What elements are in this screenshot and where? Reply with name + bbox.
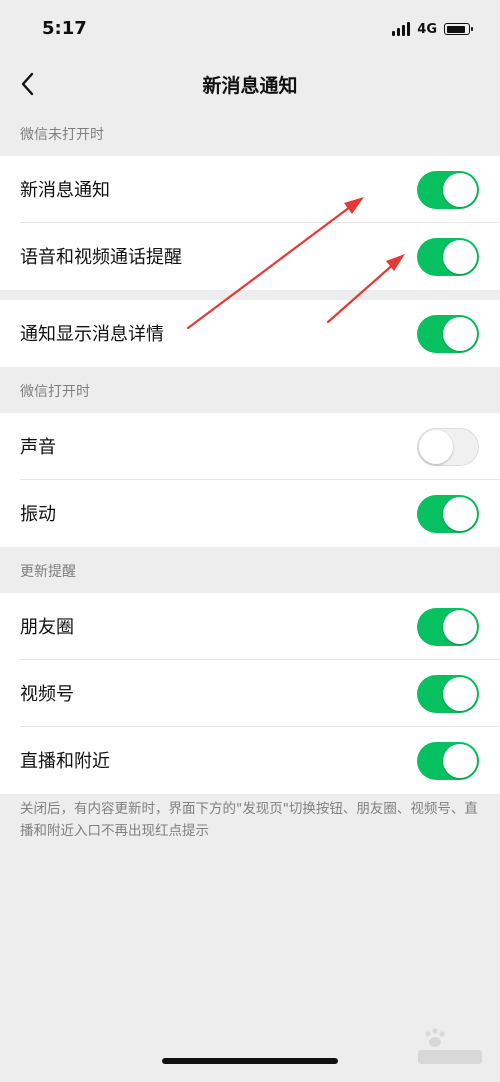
setting-row-moments[interactable]: 朋友圈 — [0, 593, 500, 660]
signal-icon — [392, 22, 412, 36]
toggle-switch[interactable] — [417, 315, 479, 353]
setting-label: 新消息通知 — [20, 180, 110, 201]
setting-label: 振动 — [20, 504, 56, 525]
toggle-knob — [443, 173, 477, 207]
status-indicators: 4G — [392, 19, 473, 39]
toggle-switch[interactable] — [417, 742, 479, 780]
toggle-knob — [443, 677, 477, 711]
status-bar: 5:17 4G — [0, 0, 500, 58]
toggle-switch[interactable] — [417, 238, 479, 276]
status-time: 5:17 — [42, 18, 87, 39]
baidu-jingyan-watermark-icon — [418, 1028, 482, 1064]
battery-icon — [444, 23, 473, 35]
setting-row-show-message-details[interactable]: 通知显示消息详情 — [0, 300, 500, 367]
toggle-knob — [443, 240, 477, 274]
toggle-knob — [443, 744, 477, 778]
section-header-wechat-closed: 微信未打开时 — [20, 127, 104, 143]
toggle-switch[interactable] — [417, 608, 479, 646]
section-header-update-reminders: 更新提醒 — [20, 564, 76, 580]
setting-label: 语音和视频通话提醒 — [20, 247, 182, 268]
toggle-knob — [419, 429, 453, 464]
toggle-switch[interactable] — [417, 495, 479, 533]
page-title: 新消息通知 — [202, 75, 298, 97]
setting-label: 通知显示消息详情 — [20, 324, 164, 345]
toggle-knob — [443, 610, 477, 644]
nav-bar: 新消息通知 — [0, 58, 500, 110]
setting-row-channels[interactable]: 视频号 — [0, 660, 500, 727]
setting-label: 朋友圈 — [20, 617, 74, 638]
toggle-knob — [443, 317, 477, 351]
setting-row-sound[interactable]: 声音 — [0, 413, 500, 480]
section-header-wechat-open: 微信打开时 — [20, 384, 90, 400]
setting-row-new-message-notification[interactable]: 新消息通知 — [0, 156, 500, 223]
network-type: 4G — [417, 21, 437, 37]
setting-label: 视频号 — [20, 684, 74, 705]
setting-label: 声音 — [20, 437, 56, 458]
toggle-switch[interactable] — [417, 675, 479, 713]
home-indicator — [162, 1058, 338, 1064]
toggle-switch[interactable] — [417, 428, 479, 466]
battery-level — [446, 25, 465, 33]
setting-row-call-reminder[interactable]: 语音和视频通话提醒 — [0, 223, 500, 290]
setting-label: 直播和附近 — [20, 751, 110, 772]
toggle-knob — [443, 497, 477, 531]
setting-row-live-nearby[interactable]: 直播和附近 — [0, 727, 500, 794]
toggle-switch[interactable] — [417, 171, 479, 209]
footnote-text: 关闭后，有内容更新时，界面下方的"发现页"切换按钮、朋友圈、视频号、直播和附近入… — [20, 801, 478, 839]
setting-row-vibration[interactable]: 振动 — [0, 480, 500, 547]
